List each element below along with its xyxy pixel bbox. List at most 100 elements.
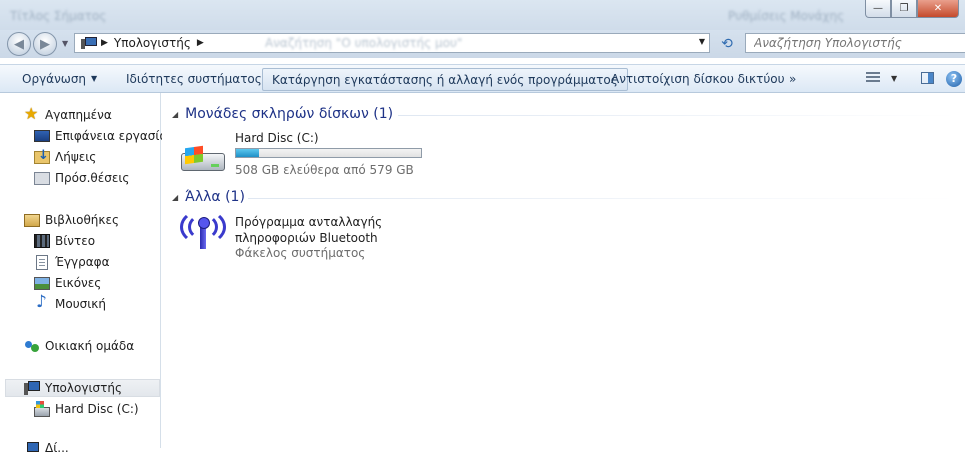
bluetooth-item-type: Φάκελος συστήματος — [235, 246, 366, 260]
nav-favorites-label: Αγαπημένα — [45, 108, 112, 122]
nav-item-pictures[interactable]: Εικόνες — [34, 274, 101, 292]
drive-usage-fill — [236, 149, 259, 157]
windows-logo-icon — [185, 145, 203, 165]
hard-drive-icon — [181, 145, 227, 175]
close-icon: ✕ — [933, 3, 943, 14]
help-icon[interactable]: ? — [946, 71, 962, 87]
nav-item-label: Έγγραφα — [55, 255, 110, 269]
nav-item-label: Εικόνες — [55, 276, 102, 290]
nav-item-downloads[interactable]: Λήψεις — [34, 148, 96, 166]
recent-places-icon — [34, 171, 50, 185]
forward-button[interactable]: ▶ — [33, 32, 57, 56]
more-commands-button[interactable]: » — [789, 65, 796, 92]
drive-usage-bar — [235, 148, 422, 158]
blurred-title-text-right: Ρυθμίσεις Μονάχης — [728, 9, 845, 23]
chevron-down-icon: ▼ — [91, 74, 98, 83]
collapse-triangle-icon: ◢ — [172, 109, 179, 119]
nav-item-videos[interactable]: Βίντεο — [34, 232, 95, 250]
organize-button[interactable]: Οργάνωση ▼ — [22, 65, 97, 92]
network-icon — [24, 440, 40, 456]
recent-pages-dropdown[interactable]: ▼ — [62, 39, 68, 48]
change-view-icon[interactable] — [866, 72, 882, 86]
group-header-hard-drives[interactable]: ◢ Μονάδες σκληρών δίσκων (1) — [172, 104, 393, 124]
nav-favorites[interactable]: Αγαπημένα — [24, 104, 112, 124]
documents-library-icon — [36, 254, 48, 270]
nav-computer-label: Υπολογιστής — [45, 381, 122, 395]
star-icon — [24, 104, 40, 123]
group-title: Μονάδες σκληρών δίσκων (1) — [185, 106, 394, 122]
breadcrumb: ▶ Υπολογιστής ▶ — [101, 36, 210, 50]
window-controls: — ❐ ✕ — [865, 0, 959, 18]
nav-homegroup-label: Οικιακή ομάδα — [45, 339, 135, 353]
breadcrumb-separator-icon[interactable]: ▶ — [101, 38, 108, 48]
nav-network-label: Δί... — [45, 441, 69, 455]
group-title: Άλλα (1) — [185, 189, 245, 205]
nav-item-label: Πρόσ.θέσεις — [55, 171, 130, 185]
nav-homegroup[interactable]: Οικιακή ομάδα — [24, 337, 134, 355]
refresh-icon: ⟲ — [721, 36, 733, 52]
video-library-icon — [34, 234, 50, 248]
view-options-dropdown[interactable]: ▼ — [891, 74, 897, 83]
breadcrumb-computer[interactable]: Υπολογιστής — [114, 36, 191, 50]
address-history-dropdown[interactable]: ▼ — [699, 37, 705, 46]
nav-item-documents[interactable]: Έγγραφα — [34, 253, 110, 271]
collapse-triangle-icon: ◢ — [172, 192, 179, 202]
search-box[interactable] — [745, 33, 965, 53]
nav-libraries[interactable]: Βιβλιοθήκες — [24, 211, 119, 229]
nav-item-music[interactable]: Μουσική — [34, 292, 106, 313]
pictures-library-icon — [34, 276, 50, 290]
command-bar: Οργάνωση ▼ Ιδιότητες συστήματος Κατάργησ… — [0, 64, 965, 93]
map-network-drive-label: Αντιστοίχιση δίσκου δικτύου — [611, 71, 785, 86]
content-pane: ◢ Μονάδες σκληρών δίσκων (1) Hard Disc (… — [162, 93, 965, 448]
nav-item-recent-places[interactable]: Πρόσ.θέσεις — [34, 169, 129, 187]
nav-item-label: Λήψεις — [55, 150, 97, 164]
bluetooth-antenna-icon — [180, 209, 230, 251]
group-divider — [248, 198, 958, 199]
navigation-pane: Αγαπημένα Επιφάνεια εργασίας Λήψεις Πρόσ… — [0, 93, 174, 455]
breadcrumb-separator-icon[interactable]: ▶ — [197, 38, 204, 48]
hard-drive-icon — [34, 401, 50, 417]
forward-arrow-icon: ▶ — [40, 36, 50, 52]
nav-libraries-label: Βιβλιοθήκες — [45, 213, 120, 227]
nav-computer[interactable]: Υπολογιστής — [5, 379, 160, 397]
nav-item-hard-disc[interactable]: Hard Disc (C:) — [34, 400, 139, 418]
map-network-drive-button[interactable]: Αντιστοίχιση δίσκου δικτύου — [611, 65, 785, 92]
minimize-button[interactable]: — — [865, 0, 891, 18]
blurred-address-text: Αναζήτηση "Ο υπολογιστής μου" — [265, 36, 463, 50]
nav-network[interactable]: Δί... — [24, 439, 69, 457]
nav-item-label: Hard Disc (C:) — [55, 402, 139, 416]
minimize-icon: — — [873, 3, 883, 14]
blurred-title-text: Τίτλος Σήματος — [10, 9, 107, 23]
organize-label: Οργάνωση — [22, 71, 87, 86]
group-divider — [398, 115, 958, 116]
system-properties-label: Ιδιότητες συστήματος — [126, 71, 262, 86]
maximize-icon: ❐ — [899, 3, 909, 14]
downloads-folder-icon — [34, 148, 50, 164]
group-header-other[interactable]: ◢ Άλλα (1) — [172, 187, 245, 207]
refresh-button[interactable]: ⟲ — [716, 35, 738, 53]
computer-icon — [81, 37, 97, 49]
uninstall-program-label: Κατάργηση εγκατάστασης ή αλλαγή ενός προ… — [272, 72, 618, 87]
preview-pane-icon[interactable] — [921, 72, 934, 84]
bluetooth-item-name: Πρόγραμμα ανταλλαγής πληροφοριών Bluetoo… — [235, 215, 383, 245]
homegroup-icon — [24, 338, 40, 354]
chevron-double-right-icon: » — [789, 71, 797, 86]
system-properties-button[interactable]: Ιδιότητες συστήματος — [126, 65, 262, 92]
computer-icon — [24, 380, 40, 396]
drive-light — [211, 164, 219, 167]
close-button[interactable]: ✕ — [917, 0, 959, 18]
desktop-icon — [34, 130, 50, 142]
back-arrow-icon: ◀ — [14, 36, 24, 52]
music-note-icon — [34, 292, 50, 312]
search-input[interactable] — [752, 35, 956, 51]
nav-item-label: Μουσική — [55, 297, 106, 311]
uninstall-program-button[interactable]: Κατάργηση εγκατάστασης ή αλλαγή ενός προ… — [262, 68, 628, 91]
back-button[interactable]: ◀ — [7, 32, 31, 56]
drive-free-space: 508 GB ελεύθερα από 579 GB — [235, 163, 414, 177]
nav-item-desktop[interactable]: Επιφάνεια εργασίας — [34, 127, 174, 145]
maximize-button[interactable]: ❐ — [891, 0, 917, 18]
nav-item-label: Βίντεο — [55, 234, 96, 248]
title-bar: Τίτλος Σήματος Ρυθμίσεις Μονάχης — ❐ ✕ — [0, 0, 965, 30]
address-bar[interactable]: ▶ Υπολογιστής ▶ Αναζήτηση "Ο υπολογιστής… — [74, 33, 710, 53]
drive-name: Hard Disc (C:) — [235, 131, 319, 145]
